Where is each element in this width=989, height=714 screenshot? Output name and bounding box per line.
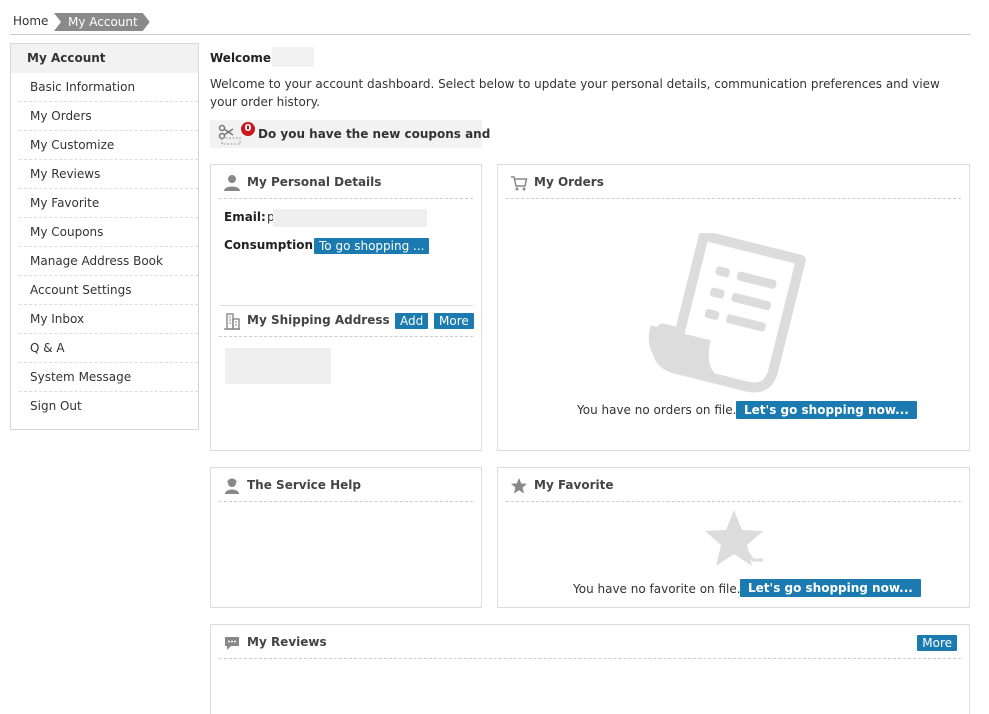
email-redacted — [273, 209, 427, 227]
to-go-shopping-button[interactable]: To go shopping ... — [314, 238, 430, 254]
orders-go-shopping-button[interactable]: Let's go shopping now... — [736, 401, 917, 419]
welcome-title: Welcome — [210, 51, 272, 65]
sidebar-item-qa[interactable]: Q & A — [19, 334, 198, 363]
consumption-label: Consumption: — [224, 238, 318, 252]
personal-details-title: My Personal Details — [247, 175, 382, 189]
reviews-panel: My Reviews More — [210, 624, 970, 714]
sidebar-item-my-reviews[interactable]: My Reviews — [19, 160, 198, 189]
sidebar-item-my-orders[interactable]: My Orders — [19, 102, 198, 131]
chat-bubble-icon — [225, 637, 239, 650]
sidebar-item-basic-information[interactable]: Basic Information — [19, 73, 198, 102]
favorite-empty-text: You have no favorite on file. — [573, 582, 741, 596]
favorite-go-shopping-button[interactable]: Let's go shopping now... — [740, 579, 921, 597]
orders-panel: My Orders You have no orders on file. Le… — [497, 164, 970, 451]
reviews-header: My Reviews More — [219, 633, 961, 659]
sidebar: My Account Basic Information My Orders M… — [10, 43, 199, 430]
reviews-title: My Reviews — [247, 635, 327, 649]
welcome-text: Welcome to your account dashboard. Selec… — [210, 77, 940, 109]
service-help-header: The Service Help — [219, 476, 473, 502]
sidebar-item-account-settings[interactable]: Account Settings — [19, 276, 198, 305]
favorite-panel: My Favorite You have no favorite on file… — [497, 467, 970, 608]
breadcrumb-home-link[interactable]: Home — [13, 14, 48, 28]
sidebar-list: Basic Information My Orders My Customize… — [11, 73, 198, 421]
support-agent-icon — [225, 478, 239, 494]
favorite-title: My Favorite — [534, 478, 614, 492]
empty-favorite-star-icon — [705, 510, 763, 566]
more-reviews-button[interactable]: More — [917, 635, 957, 651]
orders-header: My Orders — [506, 173, 961, 199]
empty-receipt-icon — [648, 233, 806, 393]
coupon-text: Do you have the new coupons and — [258, 127, 491, 141]
coupon-notice[interactable]: 0 Do you have the new coupons and — [210, 120, 490, 148]
username-redacted — [272, 47, 314, 67]
sidebar-item-system-message[interactable]: System Message — [19, 363, 198, 392]
sidebar-title: My Account — [11, 44, 198, 73]
star-icon — [511, 478, 527, 494]
service-help-panel: The Service Help — [210, 467, 482, 608]
scissors-coupon-icon — [218, 124, 241, 145]
cart-icon — [511, 176, 528, 191]
more-addresses-button[interactable]: More — [434, 313, 474, 329]
person-icon — [224, 175, 240, 191]
coupon-count-badge: 0 — [241, 122, 255, 136]
favorite-header: My Favorite — [506, 476, 961, 502]
personal-details-header: My Personal Details — [219, 173, 473, 199]
service-help-title: The Service Help — [247, 478, 361, 492]
sidebar-item-my-customize[interactable]: My Customize — [19, 131, 198, 160]
sidebar-item-sign-out[interactable]: Sign Out — [19, 392, 198, 421]
building-icon — [224, 313, 240, 330]
orders-title: My Orders — [534, 175, 604, 189]
breadcrumb-current: My Account — [54, 13, 150, 31]
breadcrumb: Home My Account — [10, 13, 970, 35]
sidebar-item-my-favorite[interactable]: My Favorite — [19, 189, 198, 218]
shipping-address-redacted — [225, 348, 331, 384]
orders-empty-text: You have no orders on file. — [577, 403, 737, 417]
sidebar-item-my-inbox[interactable]: My Inbox — [19, 305, 198, 334]
divider — [219, 305, 473, 306]
sidebar-item-manage-address-book[interactable]: Manage Address Book — [19, 247, 198, 276]
sidebar-item-my-coupons[interactable]: My Coupons — [19, 218, 198, 247]
shipping-address-header: My Shipping Address Add More — [219, 311, 474, 337]
add-address-button[interactable]: Add — [395, 313, 429, 329]
shipping-address-title: My Shipping Address — [247, 313, 390, 327]
email-label: Email: — [224, 210, 266, 224]
personal-details-panel: My Personal Details Email: p Consumption… — [210, 164, 482, 451]
